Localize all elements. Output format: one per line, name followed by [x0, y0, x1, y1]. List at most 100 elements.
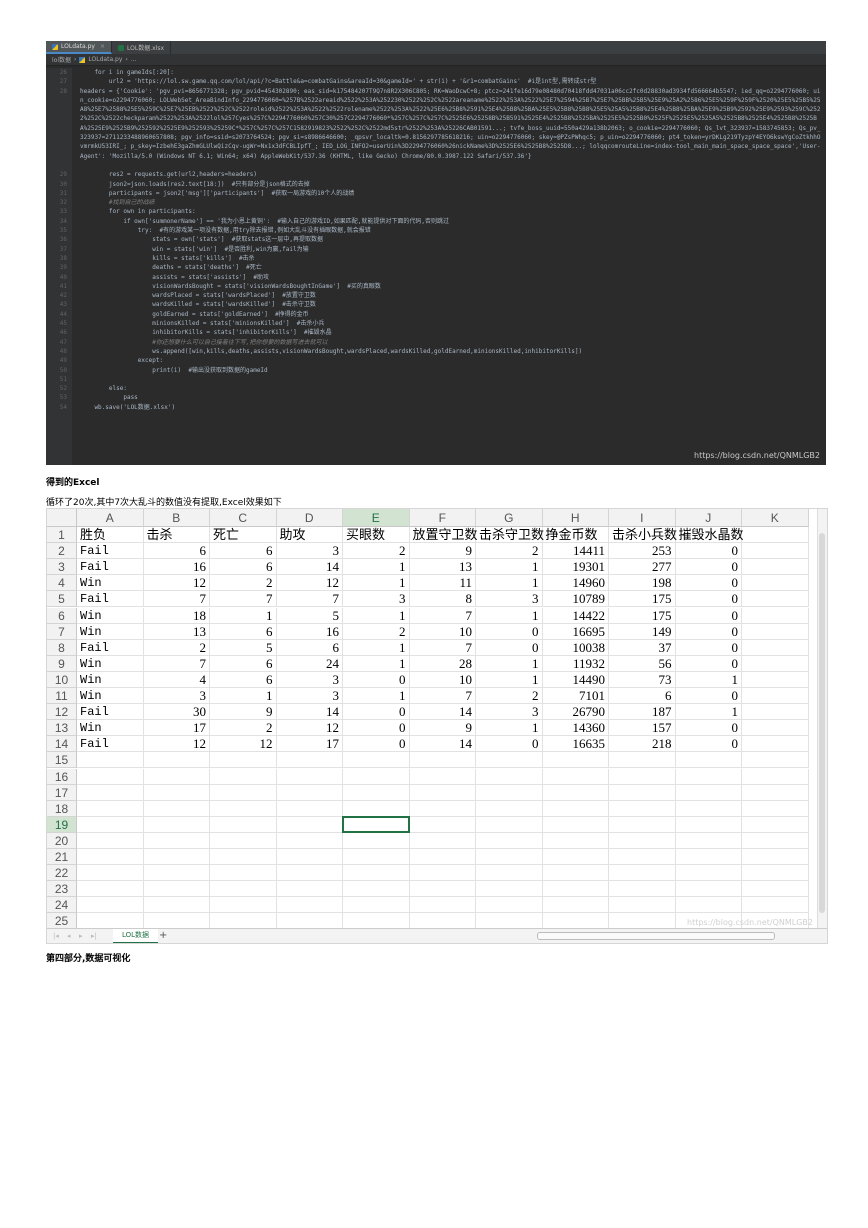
- row-header[interactable]: 2: [47, 543, 77, 560]
- table-cell[interactable]: [742, 849, 809, 866]
- table-cell[interactable]: 6: [609, 688, 676, 705]
- table-cell[interactable]: Fail: [77, 736, 144, 753]
- table-cell[interactable]: [276, 816, 343, 833]
- table-cell[interactable]: [542, 849, 609, 866]
- table-cell[interactable]: [409, 816, 476, 833]
- table-cell[interactable]: 0: [675, 639, 742, 656]
- table-cell[interactable]: 1: [210, 688, 277, 705]
- table-cell[interactable]: [143, 865, 210, 882]
- table-cell[interactable]: 2: [343, 623, 410, 640]
- table-cell[interactable]: [742, 816, 809, 833]
- table-cell[interactable]: 16635: [542, 736, 609, 753]
- table-cell[interactable]: 13: [409, 559, 476, 576]
- table-cell[interactable]: [542, 800, 609, 817]
- table-cell[interactable]: [742, 704, 809, 721]
- table-cell[interactable]: [742, 655, 809, 672]
- table-cell[interactable]: 1: [343, 688, 410, 705]
- table-cell[interactable]: 8: [409, 591, 476, 608]
- row-header[interactable]: 17: [47, 784, 77, 801]
- table-cell[interactable]: 187: [609, 704, 676, 721]
- table-cell[interactable]: 击杀: [143, 527, 210, 544]
- table-cell[interactable]: 放置守卫数: [409, 527, 478, 544]
- table-cell[interactable]: [742, 527, 809, 544]
- table-cell[interactable]: [609, 865, 676, 882]
- table-cell[interactable]: 14960: [542, 575, 609, 592]
- table-cell[interactable]: 1: [210, 607, 277, 624]
- table-cell[interactable]: [675, 897, 742, 914]
- table-cell[interactable]: [276, 752, 343, 769]
- table-cell[interactable]: [476, 881, 543, 898]
- table-cell[interactable]: 28: [409, 655, 476, 672]
- next-sheet-icon[interactable]: ▸: [79, 932, 83, 940]
- table-cell[interactable]: 0: [675, 655, 742, 672]
- table-cell[interactable]: [276, 784, 343, 801]
- table-cell[interactable]: 1: [343, 639, 410, 656]
- table-cell[interactable]: 3: [276, 543, 343, 560]
- table-cell[interactable]: 0: [476, 736, 543, 753]
- table-cell[interactable]: [276, 800, 343, 817]
- table-cell[interactable]: Win: [77, 720, 144, 737]
- table-cell[interactable]: [210, 768, 277, 785]
- table-cell[interactable]: 9: [409, 543, 476, 560]
- table-cell[interactable]: 1: [476, 720, 543, 737]
- table-cell[interactable]: 买眼数: [343, 527, 410, 544]
- column-header[interactable]: C: [210, 509, 277, 527]
- row-header[interactable]: 8: [47, 639, 77, 656]
- row-header[interactable]: 3: [47, 559, 77, 576]
- table-cell[interactable]: 175: [609, 591, 676, 608]
- table-cell[interactable]: 14490: [542, 671, 609, 688]
- table-cell[interactable]: 198: [609, 575, 676, 592]
- table-cell[interactable]: 14: [409, 736, 476, 753]
- table-cell[interactable]: 2: [476, 688, 543, 705]
- table-cell[interactable]: [409, 784, 476, 801]
- table-cell[interactable]: [742, 559, 809, 576]
- table-cell[interactable]: 摧毁水晶数: [675, 527, 744, 544]
- table-cell[interactable]: [409, 881, 476, 898]
- table-cell[interactable]: [742, 752, 809, 769]
- select-all-corner[interactable]: [47, 509, 77, 527]
- table-cell[interactable]: [609, 768, 676, 785]
- table-cell[interactable]: [675, 768, 742, 785]
- table-cell[interactable]: [143, 816, 210, 833]
- table-cell[interactable]: [210, 784, 277, 801]
- table-cell[interactable]: 13: [143, 623, 210, 640]
- table-cell[interactable]: [542, 897, 609, 914]
- table-cell[interactable]: 6: [210, 671, 277, 688]
- table-cell[interactable]: [77, 816, 144, 833]
- table-cell[interactable]: [409, 865, 476, 882]
- table-cell[interactable]: 3: [343, 591, 410, 608]
- table-cell[interactable]: 149: [609, 623, 676, 640]
- table-cell[interactable]: 3: [476, 591, 543, 608]
- table-cell[interactable]: Fail: [77, 543, 144, 560]
- table-cell[interactable]: 5: [276, 607, 343, 624]
- table-cell[interactable]: 10: [409, 671, 476, 688]
- table-cell[interactable]: [742, 736, 809, 753]
- row-header[interactable]: 14: [47, 736, 77, 753]
- table-cell[interactable]: [742, 623, 809, 640]
- table-cell[interactable]: 6: [210, 559, 277, 576]
- table-cell[interactable]: 助攻: [276, 527, 343, 544]
- table-cell[interactable]: 胜负: [77, 527, 144, 544]
- table-cell[interactable]: [276, 832, 343, 849]
- table-cell[interactable]: [276, 897, 343, 914]
- table-cell[interactable]: 7: [276, 591, 343, 608]
- row-header[interactable]: 4: [47, 575, 77, 592]
- table-cell[interactable]: 0: [675, 736, 742, 753]
- row-header[interactable]: 20: [47, 832, 77, 849]
- table-cell[interactable]: 0: [675, 607, 742, 624]
- row-header[interactable]: 12: [47, 704, 77, 721]
- column-header[interactable]: B: [143, 509, 210, 527]
- table-cell[interactable]: 14411: [542, 543, 609, 560]
- table-cell[interactable]: 157: [609, 720, 676, 737]
- table-cell[interactable]: [343, 800, 410, 817]
- table-cell[interactable]: [143, 849, 210, 866]
- column-header[interactable]: F: [409, 509, 476, 527]
- table-cell[interactable]: [542, 881, 609, 898]
- table-cell[interactable]: 30: [143, 704, 210, 721]
- table-cell[interactable]: [77, 800, 144, 817]
- table-cell[interactable]: 3: [276, 671, 343, 688]
- table-cell[interactable]: [77, 849, 144, 866]
- table-cell[interactable]: [476, 800, 543, 817]
- row-header[interactable]: 6: [47, 607, 77, 624]
- table-cell[interactable]: [77, 752, 144, 769]
